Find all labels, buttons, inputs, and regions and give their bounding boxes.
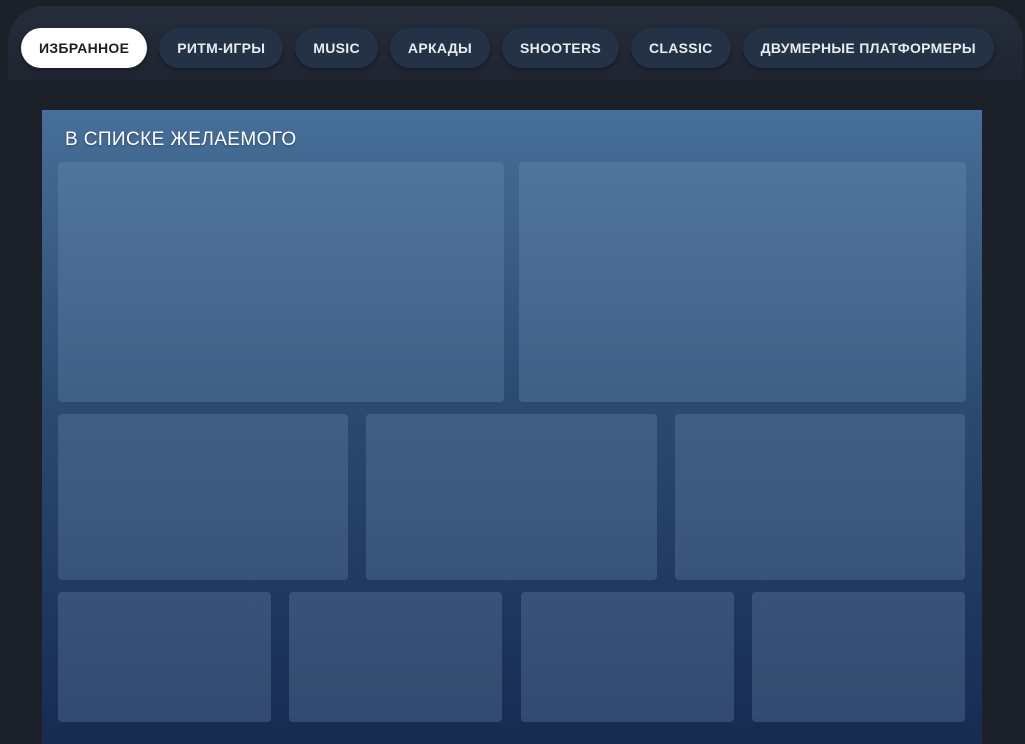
wishlist-card-placeholder[interactable] — [58, 162, 504, 402]
wishlist-card-placeholder[interactable] — [519, 162, 966, 402]
category-tabs: ИЗБРАННОЕ РИТМ-ИГРЫ MUSIC АРКАДЫ SHOOTER… — [21, 28, 994, 68]
tab-rhythm-games[interactable]: РИТМ-ИГРЫ — [159, 28, 284, 68]
wishlist-panel: В СПИСКЕ ЖЕЛАЕМОГО — [42, 110, 982, 744]
tab-2d-platformers[interactable]: ДВУМЕРНЫЕ ПЛАТФОРМЕРЫ — [742, 28, 994, 68]
wishlist-title: В СПИСКЕ ЖЕЛАЕМОГО — [65, 129, 297, 150]
tab-shooters[interactable]: SHOOTERS — [502, 28, 619, 68]
tab-classic[interactable]: CLASSIC — [631, 28, 731, 68]
tab-arcades[interactable]: АРКАДЫ — [389, 28, 491, 68]
tab-favorites[interactable]: ИЗБРАННОЕ — [21, 28, 148, 68]
store-page: ИЗБРАННОЕ РИТМ-ИГРЫ MUSIC АРКАДЫ SHOOTER… — [0, 0, 1025, 744]
tab-music[interactable]: MUSIC — [295, 28, 378, 68]
wishlist-card-placeholder[interactable] — [675, 414, 965, 580]
wishlist-card-placeholder[interactable] — [521, 592, 734, 722]
wishlist-card-placeholder[interactable] — [752, 592, 965, 722]
wishlist-card-placeholder[interactable] — [58, 414, 348, 580]
wishlist-card-placeholder[interactable] — [58, 592, 271, 722]
wishlist-card-placeholder[interactable] — [366, 414, 657, 580]
wishlist-card-placeholder[interactable] — [289, 592, 502, 722]
